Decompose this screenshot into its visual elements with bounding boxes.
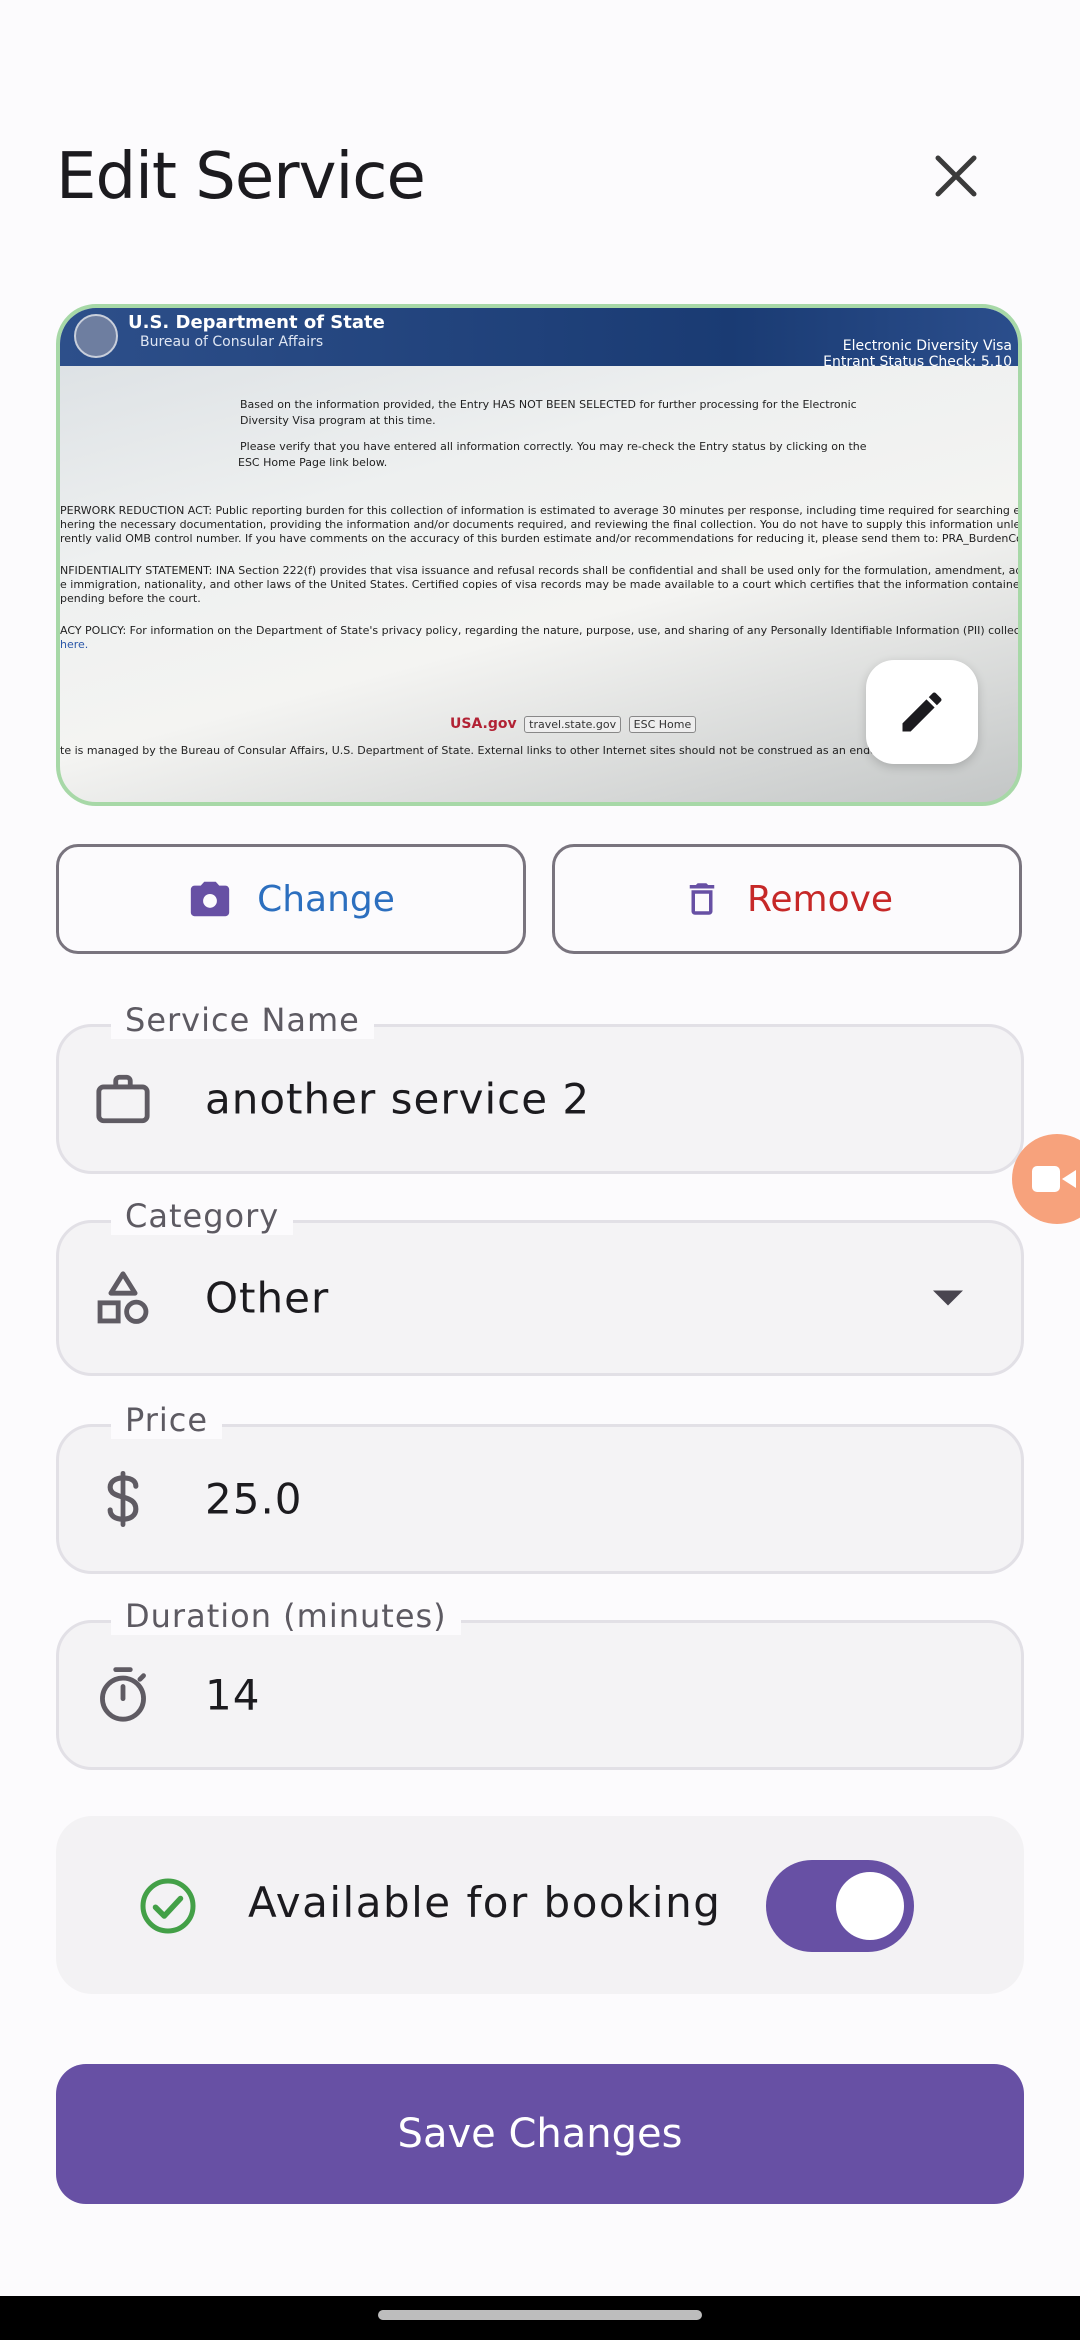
preview-link: travel.state.gov: [524, 716, 622, 733]
chevron-down-icon[interactable]: [933, 1290, 963, 1306]
preview-header: U.S. Department of State Bureau of Consu…: [60, 308, 1018, 370]
availability-card: Available for booking: [56, 1816, 1024, 1994]
preview-header-subtitle: Bureau of Consular Affairs: [140, 334, 324, 350]
toggle-knob: [836, 1872, 904, 1940]
check-circle-icon: [140, 1878, 196, 1934]
briefcase-icon: [91, 1067, 155, 1131]
camera-icon: [190, 881, 230, 917]
price-field[interactable]: Price 25.0: [56, 1401, 1024, 1574]
duration-input[interactable]: 14: [205, 1671, 260, 1720]
category-select-value: Other: [205, 1273, 330, 1323]
trash-icon: [689, 883, 715, 915]
pencil-icon: [902, 692, 942, 732]
service-name-label: Service Name: [111, 1001, 374, 1039]
service-name-field[interactable]: Service Name another service 2: [56, 1001, 1024, 1174]
shapes-icon: [91, 1266, 155, 1330]
preview-line: ACY POLICY: For information on the Depar…: [60, 624, 1020, 637]
remove-label: Remove: [746, 878, 894, 920]
home-gesture-handle[interactable]: [378, 2310, 702, 2320]
preview-line: here.: [60, 638, 89, 651]
system-navigation-bar: [0, 2296, 1080, 2340]
preview-link: ESC Home: [628, 716, 697, 733]
close-icon: [935, 155, 977, 197]
preview-line: rently valid OMB control number. If you …: [60, 532, 1022, 545]
category-label: Category: [111, 1197, 294, 1235]
duration-field[interactable]: Duration (minutes) 14: [56, 1597, 1024, 1770]
preview-header-right: Electronic Diversity Visa Entrant Status…: [823, 338, 1012, 370]
duration-label: Duration (minutes): [111, 1597, 461, 1635]
edit-image-button[interactable]: [866, 660, 978, 764]
preview-line: e immigration, nationality, and other la…: [60, 578, 1022, 591]
preview-line: PERWORK REDUCTION ACT: Public reporting …: [60, 504, 1020, 517]
preview-line: NFIDENTIALITY STATEMENT: INA Section 222…: [60, 564, 1022, 577]
preview-footer-links: USA.gov travel.state.gov ESC Home: [450, 716, 697, 733]
preview-header-right-2: Entrant Status Check: 5.10: [823, 354, 1012, 370]
video-icon: [1032, 1166, 1076, 1192]
availability-toggle[interactable]: [766, 1860, 914, 1952]
availability-label: Available for booking: [248, 1878, 722, 1927]
remove-image-button[interactable]: Remove: [552, 844, 1022, 954]
save-changes-button[interactable]: Save Changes: [56, 2064, 1024, 2204]
preview-line: pending before the court.: [60, 592, 201, 605]
timer-icon: [91, 1663, 155, 1727]
change-label: Change: [257, 878, 395, 920]
preview-line: ESC Home Page link below.: [238, 456, 388, 469]
preview-header-right-1: Electronic Diversity Visa: [842, 338, 1012, 354]
page-title: Edit Service: [56, 140, 426, 214]
category-field[interactable]: Category Other: [56, 1197, 1024, 1376]
price-label: Price: [111, 1401, 223, 1439]
preview-line: te is managed by the Bureau of Consular …: [60, 744, 937, 757]
preview-line: hering the necessary documentation, prov…: [60, 518, 1021, 531]
close-button[interactable]: [920, 140, 992, 212]
preview-link: USA.gov: [450, 716, 517, 732]
preview-line: Please verify that you have entered all …: [240, 440, 867, 453]
preview-line: Based on the information provided, the E…: [240, 398, 857, 411]
preview-line: Diversity Visa program at this time.: [240, 414, 436, 427]
service-name-input[interactable]: another service 2: [205, 1075, 590, 1124]
preview-header-title: U.S. Department of State: [128, 312, 385, 333]
change-image-button[interactable]: Change: [56, 844, 526, 954]
price-input[interactable]: 25.0: [205, 1475, 303, 1524]
save-changes-label: Save Changes: [397, 2111, 683, 2157]
dollar-icon: [91, 1467, 155, 1531]
state-seal-icon: [74, 314, 118, 358]
